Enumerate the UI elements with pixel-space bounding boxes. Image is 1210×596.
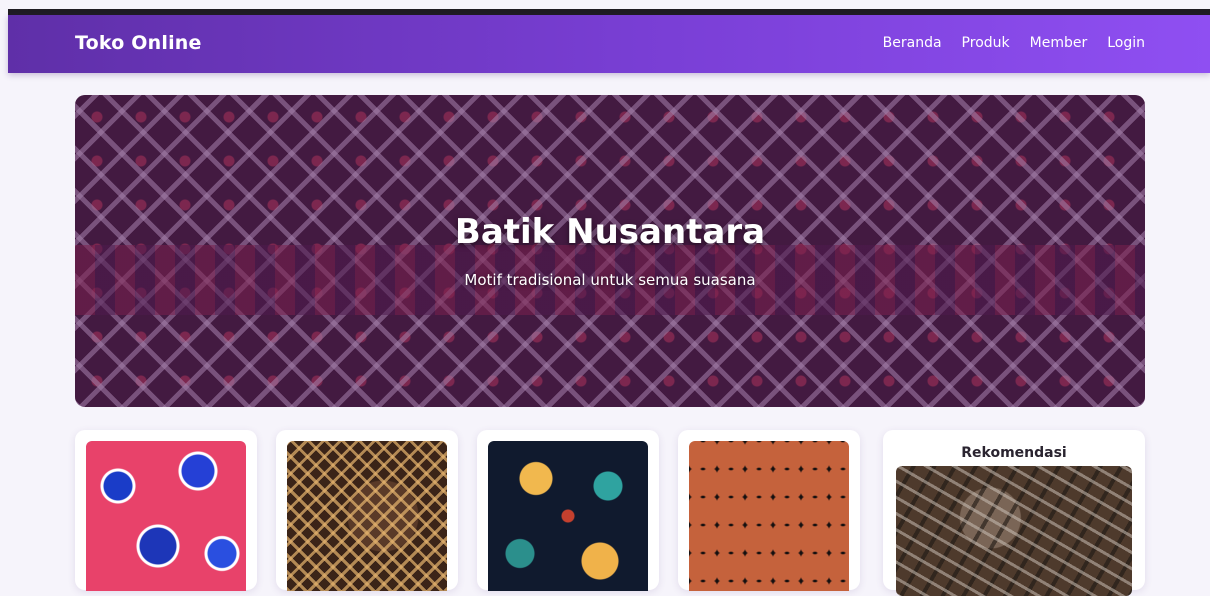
nav-link-member[interactable]: Member bbox=[1030, 35, 1088, 51]
product-image[interactable] bbox=[689, 441, 849, 591]
recommendation-image[interactable] bbox=[896, 466, 1132, 596]
brand-logo[interactable]: Toko Online bbox=[75, 32, 202, 54]
product-card[interactable] bbox=[276, 430, 458, 591]
recommendation-card: Rekomendasi bbox=[883, 430, 1145, 596]
nav-link-produk[interactable]: Produk bbox=[962, 35, 1010, 51]
hero-title: Batik Nusantara bbox=[454, 212, 766, 252]
product-card[interactable] bbox=[75, 430, 257, 591]
nav-link-beranda[interactable]: Beranda bbox=[883, 35, 942, 51]
hero-subtitle: Motif tradisional untuk semua suasana bbox=[464, 271, 756, 289]
product-image[interactable] bbox=[86, 441, 246, 591]
product-image[interactable] bbox=[287, 441, 447, 591]
recommendation-title: Rekomendasi bbox=[961, 445, 1067, 461]
product-image[interactable] bbox=[488, 441, 648, 591]
nav-links: Beranda Produk Member Login bbox=[883, 35, 1145, 51]
product-card[interactable] bbox=[477, 430, 659, 591]
navbar: Toko Online Beranda Produk Member Login bbox=[8, 15, 1210, 73]
hero-banner: Batik Nusantara Motif tradisional untuk … bbox=[75, 95, 1145, 407]
nav-link-login[interactable]: Login bbox=[1107, 35, 1145, 51]
product-card[interactable] bbox=[678, 430, 860, 591]
